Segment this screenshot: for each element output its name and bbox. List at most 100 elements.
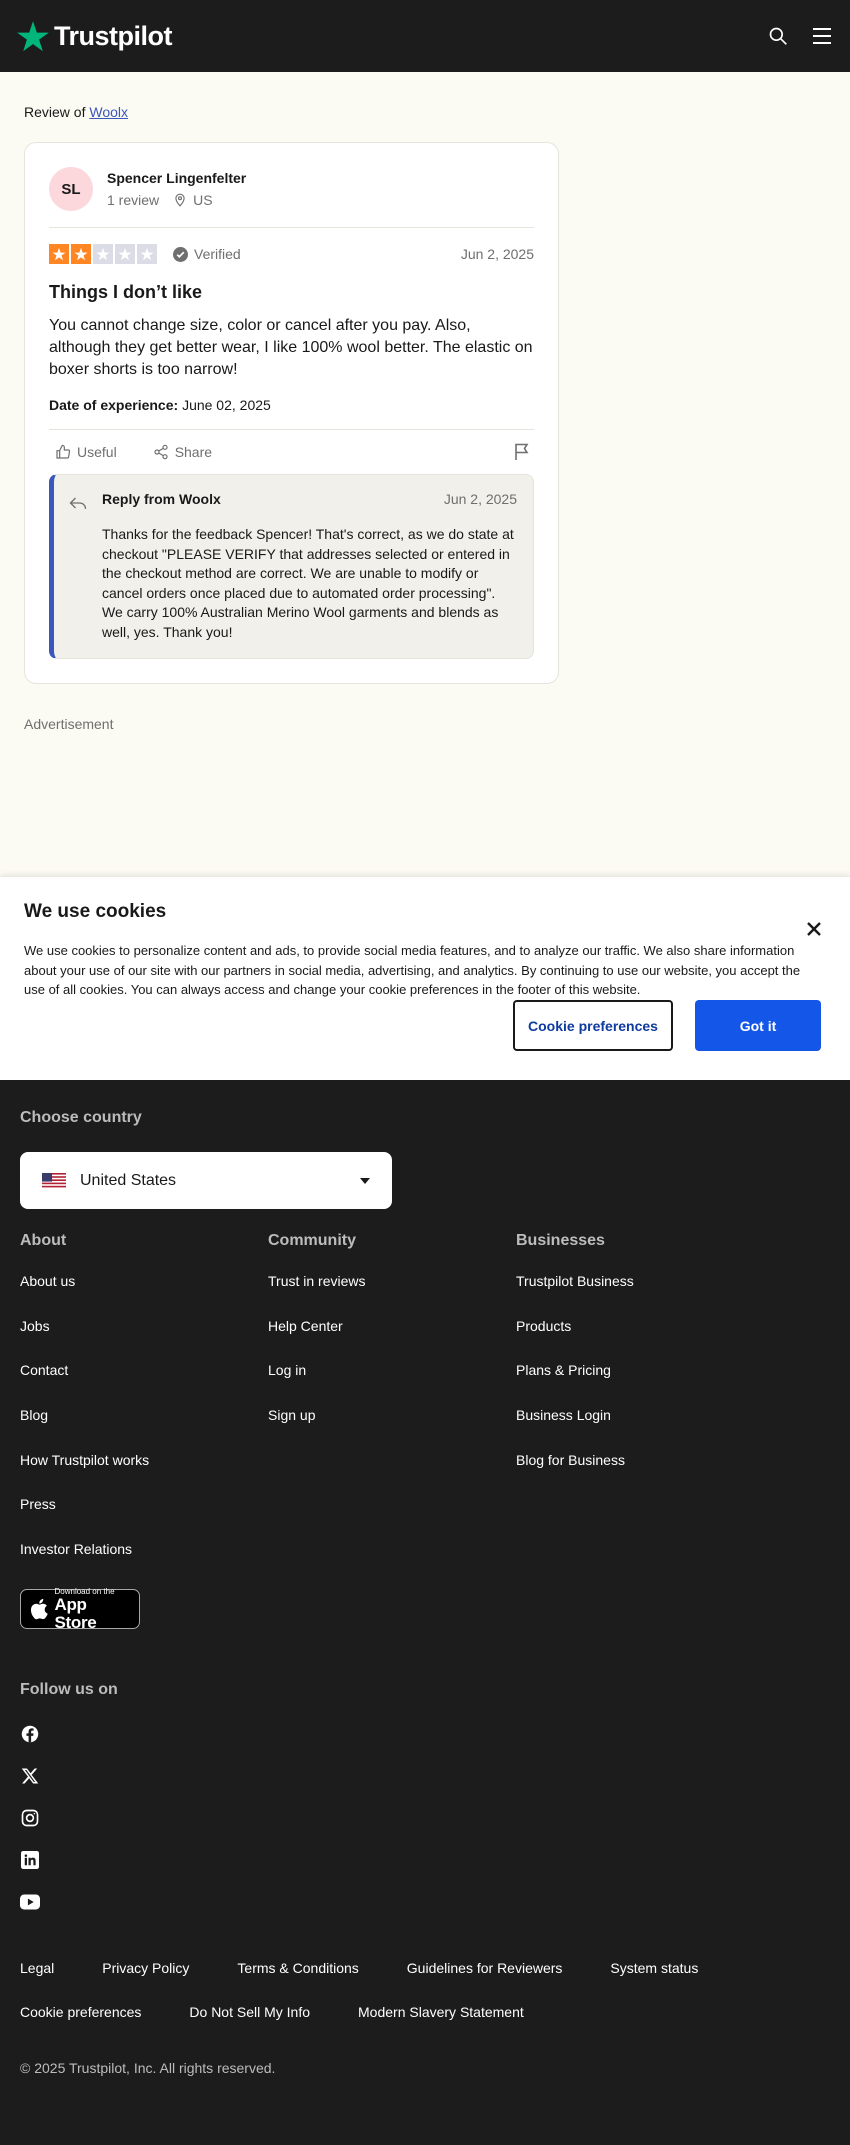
footer-legal-link[interactable]: Privacy Policy (102, 1960, 189, 1976)
footer-legal-link[interactable]: Guidelines for Reviewers (407, 1960, 563, 1976)
footer-link[interactable]: Press (20, 1494, 268, 1539)
footer-link[interactable]: Sign up (268, 1405, 516, 1450)
accept-cookies-button[interactable]: Got it (695, 1000, 821, 1051)
youtube-icon (20, 1894, 40, 1910)
divider (49, 429, 534, 430)
review-of-prefix: Review of (24, 104, 86, 120)
instagram-link[interactable] (20, 1808, 40, 1828)
menu-button[interactable] (810, 24, 834, 48)
cookie-preferences-button[interactable]: Cookie preferences (513, 1000, 673, 1051)
report-button[interactable] (510, 440, 534, 464)
date-of-experience: Date of experience: June 02, 2025 (49, 397, 534, 413)
company-link[interactable]: Woolx (89, 104, 128, 120)
footer-legal-link[interactable]: System status (610, 1960, 698, 1976)
linkedin-link[interactable] (20, 1850, 40, 1870)
location-pin-icon (175, 193, 185, 207)
reply-date: Jun 2, 2025 (443, 491, 517, 507)
footer-link[interactable]: Blog for Business (516, 1450, 764, 1495)
footer-link[interactable]: Trustpilot Business (516, 1271, 764, 1316)
choose-country-heading: Choose country (20, 1109, 142, 1126)
site-footer: Choose country United States About About… (0, 1080, 850, 2145)
footer-link[interactable]: Products (516, 1316, 764, 1361)
footer-legal-link[interactable]: Modern Slavery Statement (358, 2004, 524, 2020)
footer-link[interactable]: Blog (20, 1405, 268, 1450)
copyright: © 2025 Trustpilot, Inc. All rights reser… (20, 2060, 276, 2076)
company-reply: Reply from Woolx Jun 2, 2025 Thanks for … (49, 474, 534, 659)
reply-from: Reply from Woolx (102, 491, 221, 507)
review-title[interactable]: Things I don’t like (49, 282, 534, 303)
x-link[interactable] (20, 1766, 40, 1786)
facebook-icon (21, 1725, 39, 1743)
social-links (20, 1724, 40, 1934)
businesses-heading: Businesses (516, 1232, 605, 1249)
instagram-icon (21, 1809, 39, 1827)
avatar[interactable]: SL (49, 167, 93, 211)
footer-link[interactable]: About us (20, 1271, 268, 1316)
footer-about: About About us Jobs Contact Blog How Tru… (20, 1232, 268, 1584)
thumbs-up-icon (56, 444, 71, 459)
trustpilot-logo[interactable]: Trustpilot (16, 19, 173, 53)
useful-button[interactable]: Useful (49, 438, 123, 466)
reviewer-location: US (173, 192, 213, 208)
review-date: Jun 2, 2025 (460, 246, 534, 262)
reply-body: Thanks for the feedback Spencer! That's … (102, 526, 514, 640)
footer-link[interactable]: Plans & Pricing (516, 1360, 764, 1405)
verified-label: Verified (194, 246, 241, 262)
site-header: Trustpilot (0, 0, 850, 72)
footer-link[interactable]: Jobs (20, 1316, 268, 1361)
hamburger-menu-icon (813, 28, 831, 44)
footer-link[interactable]: Investor Relations (20, 1539, 268, 1584)
legal-links-row-1: Legal Privacy Policy Terms & Conditions … (20, 1960, 698, 1976)
footer-businesses: Businesses Trustpilot Business Products … (516, 1232, 764, 1584)
footer-legal-link[interactable]: Legal (20, 1960, 54, 1976)
footer-legal-link[interactable]: Terms & Conditions (237, 1960, 358, 1976)
divider (49, 227, 534, 228)
cookie-banner: We use cookies We use cookies to persona… (0, 877, 850, 1080)
reviewer-info: SL Spencer Lingenfelter 1 review US (49, 167, 534, 211)
star-empty-icon (115, 244, 135, 264)
us-flag-icon (42, 1172, 66, 1189)
country-select[interactable]: United States (20, 1152, 392, 1209)
star-rating (49, 244, 157, 264)
caret-down-icon (360, 1177, 370, 1184)
search-icon (769, 27, 787, 45)
reviewer-name[interactable]: Spencer Lingenfelter (107, 170, 246, 186)
youtube-link[interactable] (20, 1892, 40, 1912)
experience-date: June 02, 2025 (182, 397, 271, 413)
footer-link[interactable]: Business Login (516, 1405, 764, 1450)
verified-check-icon (173, 246, 188, 262)
app-store-badge[interactable]: Download on the App Store (20, 1587, 140, 1631)
footer-link[interactable]: Log in (268, 1360, 516, 1405)
star-filled-icon (71, 244, 91, 264)
review-actions: Useful Share (49, 438, 534, 466)
review-card: SL Spencer Lingenfelter 1 review US Veri (24, 142, 559, 684)
trustpilot-star-icon (17, 21, 49, 52)
cookie-title: We use cookies (24, 901, 167, 922)
facebook-link[interactable] (20, 1724, 40, 1744)
footer-legal-link[interactable]: Do Not Sell My Info (189, 2004, 310, 2020)
footer-link[interactable]: Trust in reviews (268, 1271, 516, 1316)
star-filled-icon (49, 244, 69, 264)
brand-name: Trustpilot (54, 20, 173, 51)
footer-legal-link[interactable]: Cookie preferences (20, 2004, 141, 2020)
review-body: You cannot change size, color or cancel … (49, 317, 533, 378)
share-label: Share (174, 444, 213, 460)
footer-link[interactable]: Contact (20, 1360, 268, 1405)
main-content: Review of Woolx SL Spencer Lingenfelter … (24, 72, 564, 732)
star-empty-icon (93, 244, 113, 264)
legal-links-row-2: Cookie preferences Do Not Sell My Info M… (20, 2004, 524, 2020)
experience-label: Date of experience: (49, 397, 179, 413)
cookie-text: We use cookies to personalize content an… (24, 943, 801, 997)
search-button[interactable] (766, 24, 790, 48)
verified-badge[interactable]: Verified (173, 246, 241, 262)
advertisement-label: Advertisement (24, 716, 114, 732)
star-empty-icon (137, 244, 157, 264)
apple-icon (30, 1598, 48, 1620)
follow-us-heading: Follow us on (20, 1681, 118, 1698)
footer-link[interactable]: Help Center (268, 1316, 516, 1361)
share-button[interactable]: Share (147, 438, 218, 466)
location-text: US (193, 192, 213, 208)
footer-link[interactable]: How Trustpilot works (20, 1450, 268, 1495)
cookie-close-button[interactable] (802, 917, 826, 941)
footer-community: Community Trust in reviews Help Center L… (268, 1232, 516, 1584)
